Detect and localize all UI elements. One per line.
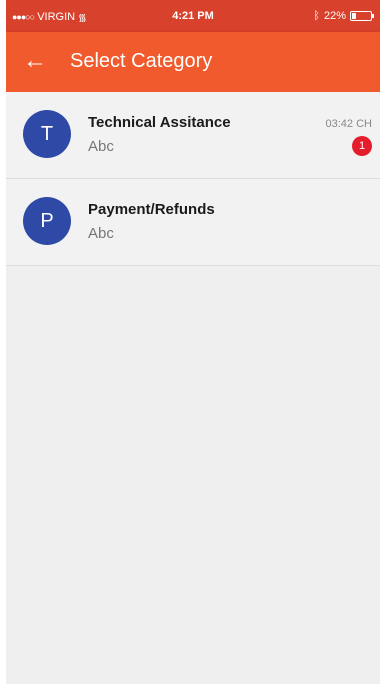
category-row-payment[interactable]: P Payment/Refunds Abc xyxy=(6,179,380,266)
category-list: T Technical Assitance Abc 03:42 CH 1 P P… xyxy=(6,92,380,266)
avatar: P xyxy=(23,197,71,245)
category-name: Payment/Refunds xyxy=(88,201,215,218)
category-subtitle: Abc xyxy=(88,225,114,242)
message-time: 03:42 CH xyxy=(325,118,372,130)
back-arrow-icon[interactable]: ← xyxy=(18,45,52,79)
battery-icon xyxy=(350,11,374,21)
status-bar: ●●●○○ VIRGIN ᯾ 4:21 PM ᛒ 22% xyxy=(6,0,380,32)
app-bar: ← Select Category xyxy=(6,32,380,92)
avatar: T xyxy=(23,110,71,158)
unread-badge: 1 xyxy=(352,136,372,156)
page-title: Select Category xyxy=(70,50,213,72)
battery-percent: 22% xyxy=(323,10,346,22)
bluetooth-icon: ᛒ xyxy=(313,10,320,22)
phone-screen: ●●●○○ VIRGIN ᯾ 4:21 PM ᛒ 22% ← Select Ca… xyxy=(6,0,380,684)
battery-group: ᛒ 22% xyxy=(313,10,374,22)
battery-fill xyxy=(352,13,356,19)
category-row-technical[interactable]: T Technical Assitance Abc 03:42 CH 1 xyxy=(6,92,380,179)
category-subtitle: Abc xyxy=(88,138,114,155)
category-name: Technical Assitance xyxy=(88,114,231,131)
